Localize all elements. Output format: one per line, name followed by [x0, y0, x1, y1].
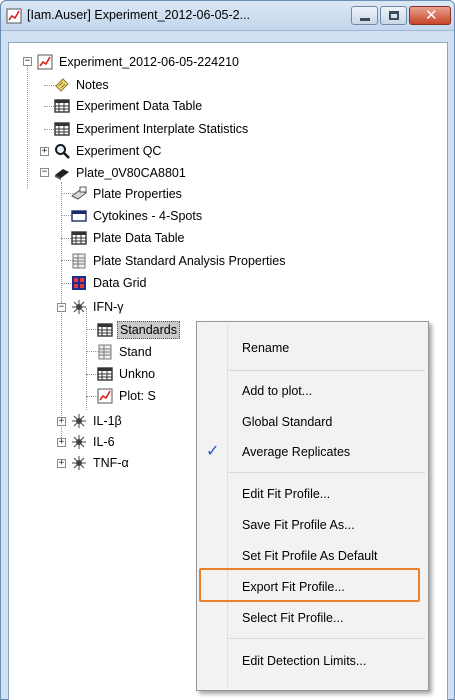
menu-item-rename[interactable]: Rename — [242, 341, 289, 355]
maximize-icon — [389, 11, 399, 20]
tree-item-plate-standard-analysis-properties[interactable]: Plate Standard Analysis Properties — [71, 251, 287, 271]
menu-separator — [229, 370, 425, 371]
expand-toggle-il1b[interactable]: + — [57, 417, 66, 426]
tree-item-plate-properties[interactable]: Plate Properties — [71, 184, 184, 204]
check-icon: ✓ — [206, 443, 220, 460]
table-icon — [97, 323, 113, 337]
expand-toggle-tnf[interactable]: + — [57, 459, 66, 468]
menu-item-set-fit-profile-default[interactable]: Set Fit Profile As Default — [242, 549, 377, 563]
tree-item-plot[interactable]: Plot: S — [97, 386, 158, 406]
expand-toggle-il6[interactable]: + — [57, 438, 66, 447]
tree-item-standards[interactable]: Standards — [97, 320, 180, 340]
tree-item-cytokines[interactable]: Cytokines - 4-Spots — [71, 206, 204, 226]
context-menu: Rename Add to plot... Global Standard ✓ … — [196, 321, 429, 691]
notes-icon — [55, 78, 69, 92]
grid-table-icon — [98, 344, 112, 360]
cytokine-icon — [72, 414, 86, 428]
tree-item-plate[interactable]: Plate_0V80CA8801 — [54, 163, 188, 183]
tree-item-label: Data Grid — [93, 276, 147, 290]
tree-item-label: Experiment QC — [76, 144, 162, 158]
tree-item-label: Plate Properties — [93, 187, 182, 201]
tree-item-label: Cytokines - 4-Spots — [93, 209, 203, 223]
layout-icon — [71, 210, 87, 222]
cytokine-icon — [72, 300, 86, 314]
tree-item-label: IFN-γ — [93, 300, 124, 314]
tree-item-plate-data-table[interactable]: Plate Data Table — [71, 228, 187, 248]
magnifier-icon — [55, 144, 70, 159]
tree-item-label: Experiment Data Table — [76, 99, 203, 113]
collapse-toggle-plate[interactable]: − — [40, 168, 49, 177]
menu-item-average-replicates[interactable]: Average Replicates — [242, 445, 350, 459]
tree-item-label: Experiment_2012-06-05-224210 — [59, 55, 239, 69]
close-icon: ✕ — [425, 7, 438, 24]
table-icon — [54, 99, 70, 113]
tree-item-label: Plate_0V80CA8801 — [76, 166, 186, 180]
collapse-toggle-root[interactable]: − — [23, 57, 32, 66]
menu-item-global-standard[interactable]: Global Standard — [242, 415, 332, 429]
tree-item-il1b[interactable]: IL-1β — [71, 411, 124, 431]
menu-item-select-fit-profile[interactable]: Select Fit Profile... — [242, 611, 343, 625]
menu-separator — [229, 472, 425, 473]
highlight-outline — [199, 568, 420, 602]
menu-item-edit-detection-limits[interactable]: Edit Detection Limits... — [242, 654, 366, 668]
tree-line — [86, 308, 87, 410]
tree-item-standard-stats[interactable]: Stand — [97, 342, 154, 362]
close-button[interactable]: ✕ — [409, 6, 451, 25]
tree-item-label: Plate Data Table — [93, 231, 185, 245]
tree-item-experiment-qc[interactable]: Experiment QC — [54, 141, 163, 161]
tree-item-label: Standards — [117, 321, 180, 339]
tree-item-label: IL-6 — [93, 435, 115, 449]
tree-item-notes[interactable]: Notes — [54, 75, 111, 95]
window-title: [Iam.Auser] Experiment_2012-06-05-2... — [27, 8, 251, 22]
menu-item-save-fit-profile-as[interactable]: Save Fit Profile As... — [242, 518, 355, 532]
plot-icon — [37, 54, 53, 70]
tree-item-experiment-interplate-statistics[interactable]: Experiment Interplate Statistics — [54, 119, 250, 139]
plot-icon — [6, 8, 22, 24]
maximize-button[interactable] — [380, 6, 407, 25]
data-grid-icon — [72, 276, 86, 290]
tree-item-label: Experiment Interplate Statistics — [76, 122, 249, 136]
tree-line — [61, 182, 62, 302]
tree-item-unknowns[interactable]: Unkno — [97, 364, 157, 384]
tree-item-il6[interactable]: IL-6 — [71, 432, 117, 452]
tree-item-ifn-gamma[interactable]: IFN-γ — [71, 297, 126, 317]
menu-separator — [229, 638, 425, 639]
minimize-button[interactable] — [351, 6, 378, 25]
tree-item-data-grid[interactable]: Data Grid — [71, 273, 149, 293]
collapse-toggle-ifn[interactable]: − — [57, 303, 66, 312]
menu-item-edit-fit-profile[interactable]: Edit Fit Profile... — [242, 487, 330, 501]
table-icon — [71, 231, 87, 245]
tree-item-label: Notes — [76, 78, 109, 92]
expand-toggle-experiment-qc[interactable]: + — [40, 147, 49, 156]
cytokine-icon — [72, 456, 86, 470]
cytokine-icon — [72, 435, 86, 449]
tree-item-root[interactable]: Experiment_2012-06-05-224210 — [37, 52, 241, 72]
title-bar[interactable]: [Iam.Auser] Experiment_2012-06-05-2... ✕ — [1, 1, 454, 31]
properties-icon — [71, 186, 87, 200]
table-icon — [54, 122, 70, 136]
minimize-icon — [360, 18, 370, 21]
plot-icon — [97, 388, 113, 404]
tree-item-label: Unkno — [119, 367, 156, 381]
grid-table-icon — [72, 253, 86, 269]
tree-item-label: TNF-α — [93, 456, 129, 470]
tree-item-label: IL-1β — [93, 414, 122, 428]
tree-item-label: Plate Standard Analysis Properties — [93, 254, 286, 268]
tree-item-experiment-data-table[interactable]: Experiment Data Table — [54, 96, 204, 116]
menu-gutter — [227, 324, 228, 688]
plate-icon — [55, 169, 69, 180]
table-icon — [97, 367, 113, 381]
tree-item-label: Plot: S — [119, 389, 156, 403]
tree-item-tnf-alpha[interactable]: TNF-α — [71, 453, 131, 473]
tree-item-label: Stand — [119, 345, 152, 359]
menu-item-add-to-plot[interactable]: Add to plot... — [242, 384, 312, 398]
tree-line — [27, 57, 28, 189]
